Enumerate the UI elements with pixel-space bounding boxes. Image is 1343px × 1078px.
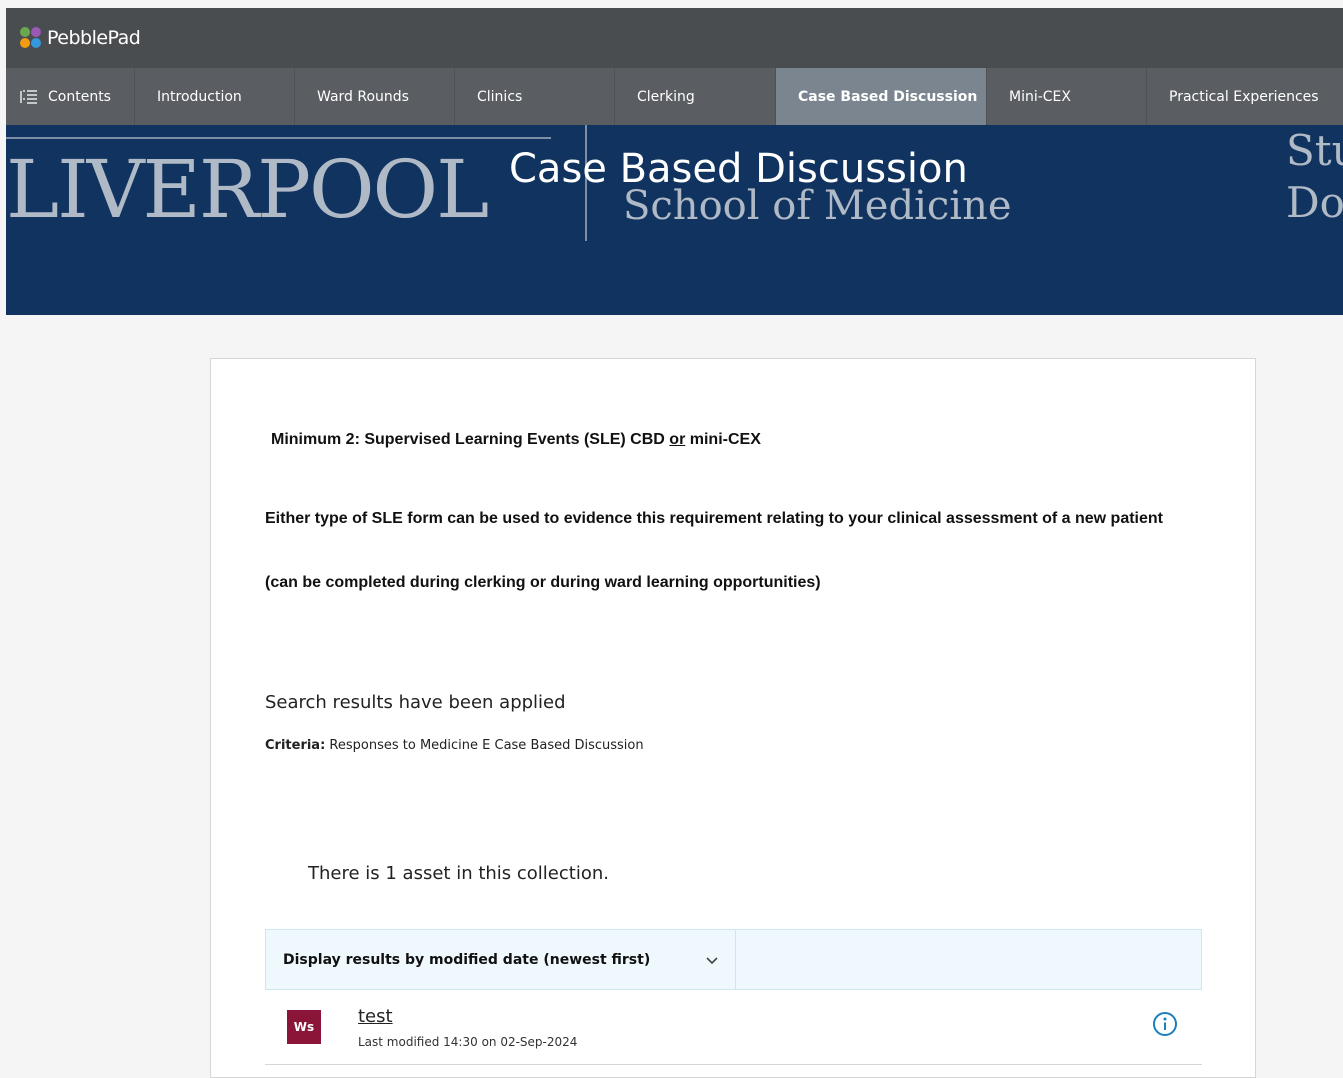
app-name: PebblePad bbox=[47, 27, 141, 49]
tab-clinics[interactable]: Clinics bbox=[455, 68, 615, 125]
banner-partial-line-2: Do bbox=[1286, 178, 1343, 227]
sort-bar: Display results by modified date (newest… bbox=[265, 929, 1202, 990]
top-bar: PebblePad bbox=[6, 8, 1343, 68]
page-banner: LIVERPOOL School of Medicine Stu Do Case… bbox=[6, 125, 1343, 315]
tab-practical-experiences[interactable]: Practical Experiences bbox=[1147, 68, 1343, 125]
tab-mini-cex[interactable]: Mini-CEX bbox=[987, 68, 1147, 125]
workspace-badge: Ws bbox=[287, 1010, 321, 1044]
banner-partial-text: Stu Do bbox=[1286, 125, 1343, 229]
tab-ward-rounds[interactable]: Ward Rounds bbox=[295, 68, 455, 125]
banner-rule bbox=[6, 137, 551, 139]
section-nav: Contents Introduction Ward Rounds Clinic… bbox=[6, 68, 1343, 125]
contents-label: Contents bbox=[48, 88, 111, 105]
content-card: Minimum 2: Supervised Learning Events (S… bbox=[210, 358, 1256, 1078]
requirement-heading-or: or bbox=[669, 431, 686, 448]
list-item[interactable]: Ws test Last modified 14:30 on 02-Sep-20… bbox=[265, 990, 1202, 1065]
pebblepad-logo[interactable]: PebblePad bbox=[20, 27, 141, 49]
contents-list-icon bbox=[20, 89, 37, 104]
banner-partial-line-1: Stu bbox=[1286, 126, 1343, 175]
asset-modified-date: Last modified 14:30 on 02-Sep-2024 bbox=[358, 1035, 578, 1049]
requirement-body: Either type of SLE form can be used to e… bbox=[265, 510, 1163, 527]
page-title: Case Based Discussion bbox=[509, 146, 968, 192]
contents-button[interactable]: Contents bbox=[6, 68, 135, 125]
sort-dropdown[interactable]: Display results by modified date (newest… bbox=[266, 930, 736, 989]
search-status: Search results have been applied bbox=[265, 692, 566, 713]
info-icon[interactable] bbox=[1152, 1011, 1178, 1037]
requirement-heading-post: mini-CEX bbox=[685, 431, 761, 448]
tab-introduction[interactable]: Introduction bbox=[135, 68, 295, 125]
chevron-down-icon bbox=[706, 956, 718, 964]
tab-case-based-discussion[interactable]: Case Based Discussion bbox=[776, 68, 987, 125]
search-criteria: Criteria: Responses to Medicine E Case B… bbox=[265, 738, 644, 753]
requirement-heading-pre: Minimum 2: Supervised Learning Events (S… bbox=[271, 431, 670, 448]
asset-count: There is 1 asset in this collection. bbox=[308, 863, 609, 884]
criteria-label: Criteria: bbox=[265, 738, 326, 753]
sort-dropdown-label: Display results by modified date (newest… bbox=[283, 951, 651, 968]
tab-clerking[interactable]: Clerking bbox=[615, 68, 776, 125]
pebblepad-logo-icon bbox=[20, 27, 42, 49]
asset-title-link[interactable]: test bbox=[358, 1006, 393, 1027]
criteria-value: Responses to Medicine E Case Based Discu… bbox=[325, 738, 644, 753]
requirement-heading: Minimum 2: Supervised Learning Events (S… bbox=[271, 431, 761, 449]
requirement-note: (can be completed during clerking or dur… bbox=[265, 574, 821, 591]
banner-logo-word: LIVERPOOL bbox=[6, 143, 489, 236]
